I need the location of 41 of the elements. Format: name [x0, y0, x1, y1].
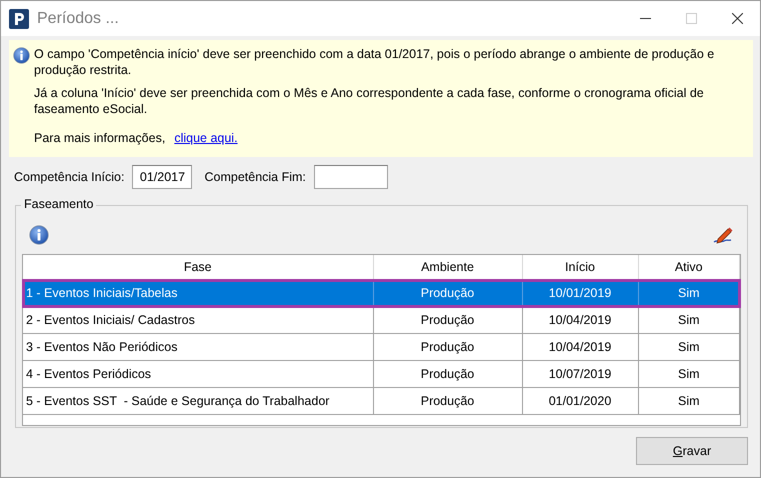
help-link[interactable]: clique aqui.: [174, 130, 238, 146]
table-cell: 2 - Eventos Iniciais/ Cadastros: [23, 306, 373, 334]
date-field[interactable]: [314, 165, 388, 189]
table-cell: 3 - Eventos Não Periódicos: [23, 334, 373, 360]
column-header[interactable]: Ambiente: [373, 255, 522, 280]
info-message: O campo 'Competência início' deve ser preenchido com a data 01/2017, pois o período abrange o ambiente de produção e produção restrita.: [34, 46, 716, 78]
table-cell: 4 - Eventos Periódicos: [23, 360, 373, 388]
save-button[interactable]: Gravar: [636, 437, 748, 465]
more-info-text: Para mais informações,: [34, 130, 166, 146]
field-label: Competência Fim:: [204, 170, 306, 184]
column-header[interactable]: Início: [522, 255, 638, 280]
column-header[interactable]: Fase: [23, 255, 373, 280]
table-cell: Sim: [638, 334, 740, 360]
field-label: Competência Início:: [14, 170, 124, 184]
table-cell: 5 - Eventos SST - Saúde e Segurança do Trabalhador: [23, 388, 373, 414]
table-cell: Sim: [638, 280, 740, 306]
table-cell: 01/01/2020: [522, 388, 638, 414]
group-title: Faseamento: [21, 197, 96, 211]
info-message: Já a coluna 'Início' deve ser preenchida com o Mês e Ano correspondente a cada fase, conforme o cronograma oficial de faseamento eSocial.: [34, 85, 705, 117]
table-cell: 1 - Eventos Iniciais/Tabelas: [23, 280, 373, 306]
table-cell: 10/04/2019: [522, 334, 638, 360]
table-cell: Produção: [373, 388, 522, 414]
table-cell: Produção: [373, 306, 522, 334]
table-cell: Produção: [373, 280, 522, 306]
info-icon[interactable]: [29, 225, 49, 245]
table-cell: 10/01/2019: [522, 280, 638, 306]
table-cell: Produção: [373, 334, 522, 360]
info-icon: [13, 47, 30, 64]
column-header[interactable]: Ativo: [638, 255, 740, 280]
table-cell: Sim: [638, 388, 740, 414]
minimize-icon[interactable]: [640, 18, 650, 19]
table-cell: Produção: [373, 360, 522, 388]
close-icon[interactable]: [732, 13, 742, 24]
date-field[interactable]: 01/2017: [132, 165, 192, 189]
window-title: Períodos ...: [37, 10, 120, 28]
table-cell: 10/04/2019: [522, 306, 638, 334]
table-cell: Sim: [638, 360, 740, 388]
pencil-icon[interactable]: [712, 225, 734, 245]
table-cell: Sim: [638, 306, 740, 334]
table-cell: 10/07/2019: [522, 360, 638, 388]
app-logo-icon: [9, 8, 29, 28]
